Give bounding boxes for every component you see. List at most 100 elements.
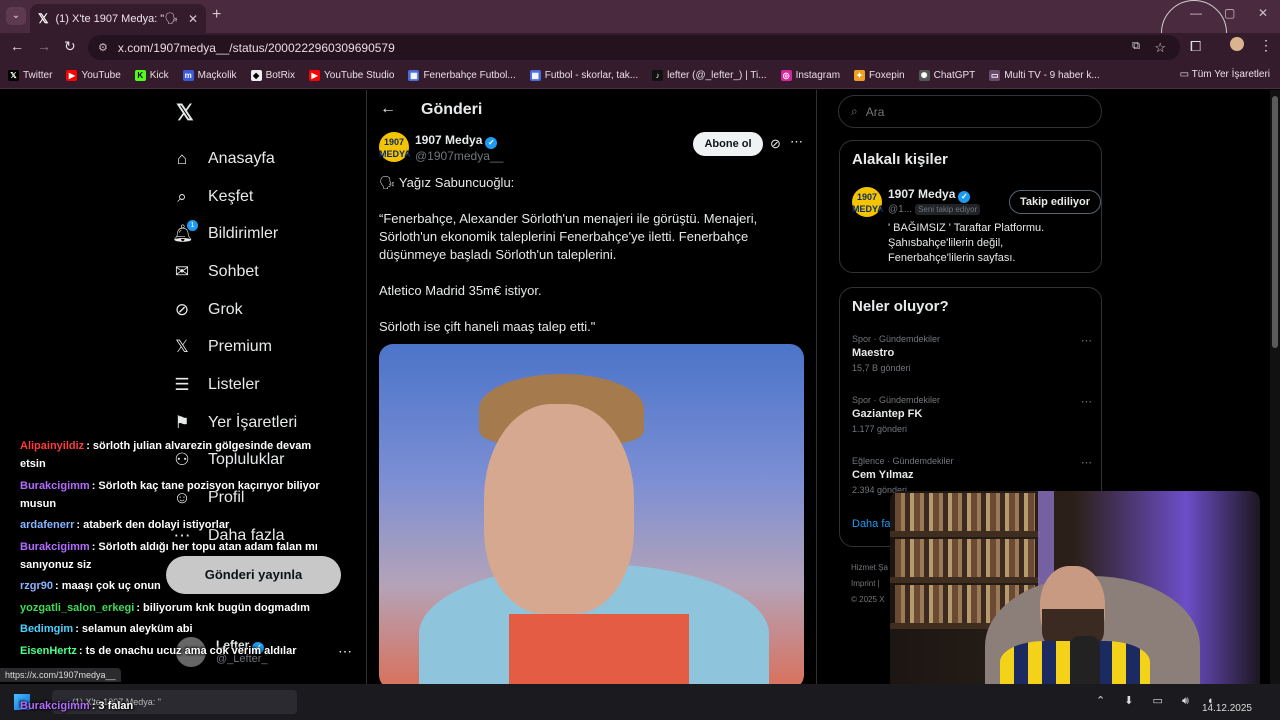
scrollbar[interactable] — [1270, 90, 1280, 684]
nav-premium[interactable]: 𝕏 Premium — [172, 328, 297, 366]
trend-item[interactable]: Spor · Gündemdekiler Gaziantep FK 1.177 … — [852, 395, 1092, 434]
trend-item[interactable]: Eğlence · Gündemdekiler Cem Yılmaz 2.394… — [852, 456, 1092, 495]
chat-user: Burakcigimm — [20, 479, 90, 492]
bookmark-mackolik[interactable]: m Maçkolik — [182, 69, 237, 81]
profile-avatar[interactable] — [1230, 37, 1244, 51]
books — [895, 539, 1035, 577]
browser-tab[interactable]: 𝕏 (1) X'te 1907 Medya: "🗣 Yağız ✕ — [30, 4, 206, 33]
url-text[interactable]: x.com/1907medya__/status/200022296030969… — [118, 41, 395, 55]
more-icon[interactable]: ⋯ — [1081, 334, 1092, 347]
bookmark-twitter[interactable]: 𝕏 Twitter — [8, 69, 52, 81]
bookmark-multitv[interactable]: ▭ Multi TV - 9 haber k... — [989, 69, 1100, 81]
chat-message: EisenHertz: ts de onachu ucuz ama cok ve… — [20, 642, 320, 660]
shelf — [890, 531, 1040, 537]
author-name[interactable]: 1907 Medya ✓ — [415, 133, 498, 149]
related-people-card: Alakalı kişiler 1907 MEDYA 1907 Medya ✓ @… — [839, 140, 1102, 273]
following-button[interactable]: Takip ediliyor — [1009, 190, 1101, 214]
bookmark-youtube-studio[interactable]: ▶ YouTube Studio — [309, 69, 394, 81]
fenerbahce-icon: ▦ — [408, 69, 420, 81]
more-icon[interactable]: ⋯ — [338, 643, 352, 660]
bookmark-star-icon[interactable]: ☆ — [1154, 40, 1166, 56]
notification-badge: 1 — [187, 220, 198, 232]
books — [895, 493, 1035, 531]
related-user-name[interactable]: 1907 Medya ✓ — [888, 187, 971, 203]
post-paragraph: Sörloth ise çift haneli maaş talep etti.… — [379, 319, 596, 334]
author-avatar[interactable]: 1907 MEDYA — [379, 132, 411, 162]
youtube-icon: ▶ — [66, 69, 78, 81]
more-icon[interactable]: ⋯ — [1081, 395, 1092, 408]
search-input[interactable] — [865, 104, 1066, 119]
post-header: ← Gönderi — [366, 90, 816, 130]
bookmark-foxepin[interactable]: ✦ Foxepin — [854, 69, 905, 81]
bookmark-kick[interactable]: K Kick — [134, 69, 169, 81]
nav-bookmarks[interactable]: ⚑ Yer İşaretleri — [172, 404, 297, 442]
new-tab-button[interactable]: + — [212, 6, 221, 24]
nav-messages[interactable]: ✉ Sohbet — [172, 253, 297, 291]
card-title: Neler oluyor? — [852, 298, 949, 315]
trend-count: 1.177 gönderi — [852, 424, 908, 434]
chat-user: ardafenerr — [20, 519, 75, 531]
tiktok-icon: ♪ — [652, 69, 664, 81]
more-icon[interactable]: ⋯ — [790, 134, 803, 150]
trend-name: Maestro — [852, 347, 895, 359]
clock[interactable]: 14.12.2025 — [1202, 689, 1252, 715]
nav-explore[interactable]: ⌕ Keşfet — [172, 178, 297, 216]
mail-icon: ✉ — [174, 261, 190, 281]
x-logo-icon[interactable]: 𝕏 — [176, 100, 194, 126]
image-face — [484, 404, 634, 614]
post-image[interactable] — [379, 344, 804, 684]
bookmark-botrix[interactable]: ◆ BotRix — [250, 69, 295, 81]
nav-lists[interactable]: ☰ Listeler — [172, 366, 297, 404]
forward-icon[interactable]: → — [37, 38, 51, 54]
maximize-icon[interactable]: ▢ — [1224, 6, 1235, 20]
more-icon[interactable]: ⋯ — [1081, 456, 1092, 469]
chat-user: rzgr90 — [20, 580, 54, 592]
nav-notifications[interactable]: 🔔︎ 1 Bildirimler — [172, 215, 297, 253]
extensions-icon[interactable]: ⧠ — [1190, 38, 1201, 55]
foxepin-icon: ✦ — [854, 69, 866, 81]
x-favicon-icon: 𝕏 — [38, 10, 49, 26]
botrix-icon: ◆ — [250, 69, 262, 81]
grok-icon[interactable]: ⊘ — [770, 136, 781, 152]
show-more-link[interactable]: Daha fa — [852, 518, 891, 530]
bookmark-youtube[interactable]: ▶ YouTube — [66, 69, 121, 81]
chat-text: : ataberk den dolayi istiyorlar — [76, 519, 230, 531]
nav-grok[interactable]: ⊘ Grok — [172, 291, 297, 329]
tab-search-button[interactable]: ⌄ — [6, 7, 26, 25]
menu-icon[interactable]: ⋮ — [1259, 37, 1273, 54]
chat-message: Alipainyildiz: sörloth julian alvarezin … — [20, 437, 320, 473]
bookmark-lefter[interactable]: ♪ lefter (@_lefter_) | Ti... — [652, 69, 767, 81]
install-app-icon[interactable]: ⧉ — [1132, 40, 1140, 53]
omnibox[interactable]: ⚙ x.com/1907medya__/status/2000222960309… — [88, 35, 1180, 60]
footer-link[interactable]: Imprint | — [851, 576, 888, 592]
bookmark-fenerbahce[interactable]: ▦ Fenerbahçe Futbol... — [408, 69, 516, 81]
chat-text: : selamun aleyküm abi — [75, 623, 193, 635]
follows-you-badge: Seni takip ediyor — [915, 204, 981, 215]
author-handle[interactable]: @1907medya__ — [415, 149, 503, 163]
trend-meta: Spor · Gündemdekiler — [852, 334, 941, 344]
all-bookmarks-folder[interactable]: ▭ Tüm Yer İşaretleri — [1180, 69, 1270, 80]
trend-name: Gaziantep FK — [852, 408, 923, 420]
window-close-icon[interactable]: ✕ — [1258, 6, 1268, 20]
status-url: https://x.com/1907medya__ — [0, 668, 121, 682]
divider — [366, 90, 367, 684]
verified-icon: ✓ — [485, 137, 498, 149]
nav-home[interactable]: ⌂ Anasayfa — [172, 140, 297, 178]
search-box[interactable]: ⌕ — [838, 95, 1102, 128]
chat-user: Burakcigimm — [20, 700, 90, 712]
avatar[interactable]: 1907 MEDYA — [852, 187, 884, 217]
bookmark-instagram[interactable]: ◎ Instagram — [780, 69, 840, 81]
back-icon[interactable]: ← — [10, 38, 24, 54]
reload-icon[interactable]: ↻ — [64, 38, 76, 55]
back-arrow-icon[interactable]: ← — [380, 100, 396, 118]
close-tab-icon[interactable]: ✕ — [188, 12, 198, 26]
site-info-icon[interactable]: ⚙ — [98, 41, 108, 54]
x-premium-icon: 𝕏 — [175, 337, 189, 357]
footer-link[interactable]: Hizmet Şa — [851, 560, 888, 576]
subscribe-button[interactable]: Abone ol — [693, 132, 763, 156]
bookmark-futbol[interactable]: ▦ Futbol - skorlar, tak... — [529, 69, 638, 81]
trend-item[interactable]: Spor · Gündemdekiler Maestro 15,7 B gönd… — [852, 334, 1092, 373]
mackolik-icon: m — [182, 69, 194, 81]
bookmark-chatgpt[interactable]: ✺ ChatGPT — [918, 69, 975, 81]
scrollbar-thumb[interactable] — [1272, 96, 1278, 348]
